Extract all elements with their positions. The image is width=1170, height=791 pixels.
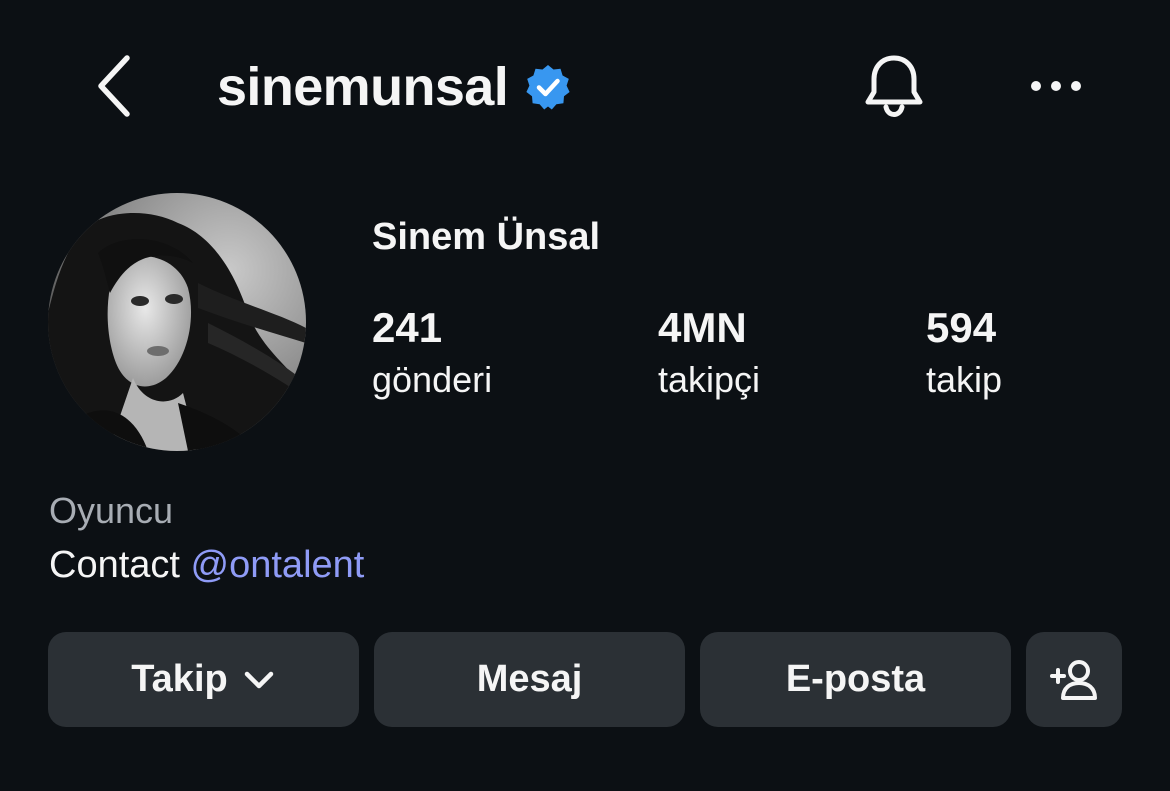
message-button-label: Mesaj: [476, 658, 583, 700]
followers-label: takipçi: [658, 359, 761, 400]
chevron-left-icon: [95, 54, 135, 118]
add-user-button[interactable]: [1026, 632, 1122, 727]
username: sinemunsal: [217, 57, 509, 117]
verified-badge-icon: [524, 63, 572, 111]
avatar[interactable]: [48, 193, 306, 451]
more-horizontal-icon: [1030, 80, 1082, 92]
username-row: sinemunsal: [217, 54, 572, 120]
more-options-button[interactable]: [1018, 56, 1094, 116]
back-button[interactable]: [82, 50, 148, 122]
posts-count: 241: [372, 304, 443, 351]
display-name: Sinem Ünsal: [372, 216, 601, 258]
bio-contact-prefix: Contact: [49, 544, 191, 586]
follow-button[interactable]: Takip: [48, 632, 359, 727]
chevron-down-icon: [242, 663, 276, 697]
bio-category: Oyuncu: [49, 490, 174, 531]
message-button[interactable]: Mesaj: [374, 632, 685, 727]
stat-following[interactable]: 594 takip: [926, 302, 1002, 406]
avatar-photo: [48, 193, 306, 451]
following-count: 594: [926, 304, 997, 351]
follow-button-label: Takip: [131, 658, 228, 700]
email-button-label: E-posta: [785, 658, 926, 700]
bio-mention-link[interactable]: @ontalent: [191, 544, 365, 586]
bell-icon: [862, 52, 926, 120]
notifications-button[interactable]: [856, 48, 932, 124]
profile-header: sinemunsal: [0, 0, 1170, 175]
email-button[interactable]: E-posta: [700, 632, 1011, 727]
following-label: takip: [926, 359, 1003, 400]
bio-contact-line: Contact @ontalent: [49, 544, 364, 587]
posts-label: gönderi: [372, 359, 493, 400]
stat-posts[interactable]: 241 gönderi: [372, 302, 492, 406]
stat-followers[interactable]: 4MN takipçi: [658, 302, 760, 406]
followers-count: 4MN: [658, 304, 747, 351]
add-user-icon: [1049, 658, 1099, 702]
